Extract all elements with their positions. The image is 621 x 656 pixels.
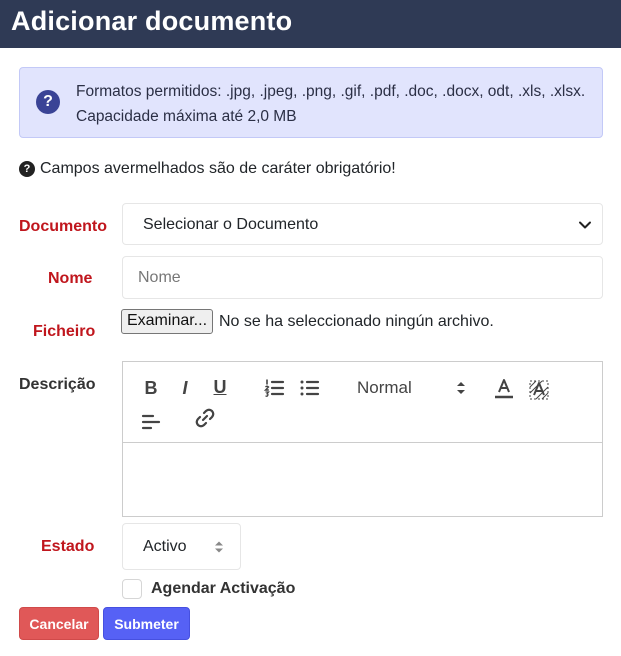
rich-text-editor: B I U Normal xyxy=(122,361,603,517)
background-color-button[interactable] xyxy=(527,378,551,402)
sort-arrows-icon xyxy=(215,541,223,553)
sort-arrows-icon xyxy=(457,382,465,394)
estado-selected-value: Activo xyxy=(143,538,187,555)
page-header: Adicionar documento xyxy=(0,0,621,48)
underline-button[interactable]: U xyxy=(208,375,232,399)
text-color-icon xyxy=(495,379,513,399)
question-circle-icon: ? xyxy=(36,90,60,114)
ordered-list-icon xyxy=(263,379,285,398)
required-fields-text: Campos avermelhados são de caráter obrig… xyxy=(40,160,396,177)
page-title: Adicionar documento xyxy=(11,6,293,36)
file-status-text: No se ha seleccionado ningún archivo. xyxy=(219,313,494,330)
editor-toolbar: B I U Normal xyxy=(123,362,602,443)
align-left-icon xyxy=(141,414,161,430)
agendar-checkbox[interactable] xyxy=(122,579,142,599)
estado-label: Estado xyxy=(41,538,95,555)
file-browse-button[interactable]: Examinar... xyxy=(121,309,213,334)
editor-content-area[interactable] xyxy=(123,443,602,516)
documento-selected-value: Selecionar o Documento xyxy=(143,216,319,233)
background-color-icon xyxy=(529,380,549,400)
allowed-formats-text: Formatos permitidos: .jpg, .jpeg, .png, … xyxy=(76,83,586,125)
link-button[interactable] xyxy=(193,406,217,430)
required-fields-note: ? Campos avermelhados são de caráter obr… xyxy=(19,160,396,178)
ficheiro-label: Ficheiro xyxy=(33,323,96,340)
question-circle-icon: ? xyxy=(19,161,35,177)
documento-label: Documento xyxy=(19,218,107,235)
info-alert: ? Formatos permitidos: .jpg, .jpeg, .png… xyxy=(19,67,603,138)
ordered-list-button[interactable] xyxy=(263,376,287,400)
text-color-button[interactable] xyxy=(492,376,516,400)
cancel-button[interactable]: Cancelar xyxy=(19,607,99,640)
submit-button[interactable]: Submeter xyxy=(103,607,190,640)
agendar-label: Agendar Activação xyxy=(151,580,296,597)
nome-label: Nome xyxy=(48,270,93,287)
link-icon xyxy=(195,408,215,428)
bullet-list-icon xyxy=(300,380,320,396)
descricao-label: Descrição xyxy=(19,376,96,393)
align-button[interactable] xyxy=(139,410,163,434)
chevron-down-icon xyxy=(579,221,591,229)
nome-input[interactable] xyxy=(122,256,603,299)
header-size-value: Normal xyxy=(357,378,412,397)
estado-select[interactable]: Activo xyxy=(122,523,241,570)
italic-button[interactable]: I xyxy=(173,376,197,400)
header-size-picker[interactable]: Normal xyxy=(357,376,467,400)
bold-button[interactable]: B xyxy=(139,376,163,400)
bullet-list-button[interactable] xyxy=(298,376,322,400)
documento-select[interactable]: Selecionar o Documento xyxy=(122,203,603,245)
